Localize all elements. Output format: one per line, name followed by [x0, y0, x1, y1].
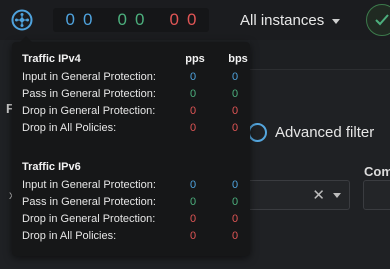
toggle-icon[interactable]	[248, 123, 267, 142]
close-icon[interactable]: ✕	[312, 188, 325, 203]
row-bps-value: 0	[231, 230, 239, 242]
row-bps-value: 0	[231, 105, 239, 117]
traffic-ipv4-header: Traffic IPv4 pps bps	[22, 51, 248, 68]
traffic-ipv6-header: Traffic IPv6	[22, 159, 244, 176]
row-pps-value: 0	[189, 71, 197, 83]
traffic-ipv6-section: Traffic IPv6 Input in General Protection…	[22, 159, 244, 245]
filter-select[interactable]: ✕	[246, 180, 350, 210]
row-bps-value: 0	[231, 88, 239, 100]
section-title: Traffic IPv4	[22, 53, 81, 65]
drop-pps-count: 0	[169, 10, 179, 29]
field-label-com: Com	[364, 164, 390, 179]
row-bps-value: 0	[231, 213, 239, 225]
advanced-filter-label: Advanced filter	[275, 124, 375, 141]
traffic-ipv4-section: Traffic IPv4 pps bps Input in General Pr…	[22, 51, 248, 137]
row-pps-value: 0	[189, 230, 197, 242]
tooltip-row: Input in General Protection: 0 0	[22, 69, 244, 86]
drop-bps-count: 0	[187, 10, 197, 29]
tooltip-row: Drop in All Policies: 0 0	[22, 228, 244, 245]
row-pps-value: 0	[189, 88, 197, 100]
row-label: Pass in General Protection:	[22, 88, 156, 100]
row-bps-value: 0	[231, 122, 239, 134]
drop-counter: 0 0	[157, 8, 209, 32]
traffic-counters[interactable]: 0 0 0 0 0 0	[53, 8, 209, 32]
row-label: Drop in General Protection:	[22, 105, 156, 117]
instances-dropdown[interactable]: All instances	[240, 10, 341, 30]
chevron-down-icon[interactable]	[333, 192, 341, 198]
check-circle-icon[interactable]	[366, 4, 390, 36]
row-pps-value: 0	[189, 196, 197, 208]
row-label: Pass in General Protection:	[22, 196, 156, 208]
network-shield-icon[interactable]	[8, 6, 36, 34]
bps-column-header: bps	[228, 53, 248, 65]
chevron-down-icon	[332, 18, 341, 24]
instances-dropdown-label: All instances	[240, 11, 325, 29]
com-select[interactable]	[363, 180, 390, 210]
input-counter: 0 0	[53, 8, 105, 32]
row-pps-value: 0	[189, 105, 197, 117]
input-pps-count: 0	[65, 10, 75, 29]
row-label: Input in General Protection:	[22, 179, 156, 191]
tooltip-row: Drop in All Policies: 0 0	[22, 120, 244, 137]
pass-bps-count: 0	[135, 10, 145, 29]
row-label: Drop in General Protection:	[22, 213, 156, 225]
traffic-tooltip: Traffic IPv4 pps bps Input in General Pr…	[12, 36, 250, 256]
divider	[250, 69, 390, 70]
tooltip-row: Pass in General Protection: 0 0	[22, 194, 244, 211]
row-label: Drop in All Policies:	[22, 230, 117, 242]
row-pps-value: 0	[189, 179, 197, 191]
pass-counter: 0 0	[105, 8, 157, 32]
tooltip-row: Drop in General Protection: 0 0	[22, 103, 244, 120]
tooltip-row: Drop in General Protection: 0 0	[22, 211, 244, 228]
row-pps-value: 0	[189, 213, 197, 225]
pass-pps-count: 0	[117, 10, 127, 29]
row-bps-value: 0	[231, 179, 239, 191]
input-bps-count: 0	[83, 10, 93, 29]
tooltip-row: Pass in General Protection: 0 0	[22, 86, 244, 103]
top-bar: 0 0 0 0 0 0 All instances	[0, 0, 390, 40]
row-bps-value: 0	[231, 196, 239, 208]
advanced-filter-toggle[interactable]: Advanced filter	[248, 123, 374, 142]
section-title: Traffic IPv6	[22, 161, 81, 173]
row-label: Drop in All Policies:	[22, 122, 117, 134]
row-label: Input in General Protection:	[22, 71, 156, 83]
row-bps-value: 0	[231, 71, 239, 83]
pps-column-header: pps	[185, 53, 205, 65]
tab-strip	[250, 40, 390, 70]
tooltip-row: Input in General Protection: 0 0	[22, 177, 244, 194]
row-pps-value: 0	[189, 122, 197, 134]
